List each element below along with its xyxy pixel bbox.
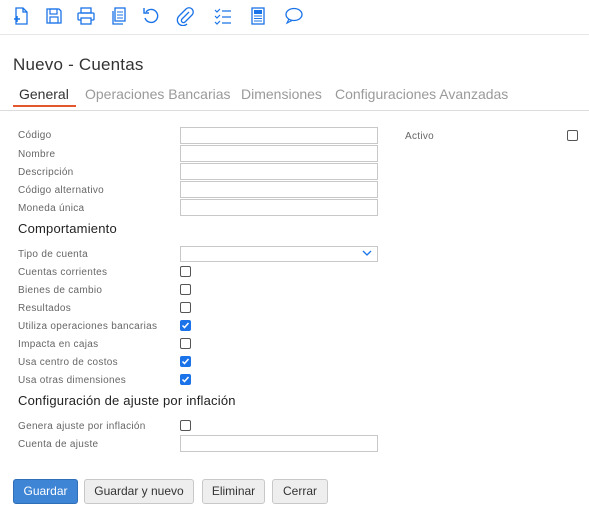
bienes-de-cambio-checkbox[interactable] bbox=[180, 284, 191, 295]
tab-bar: General Operaciones Bancarias Dimensione… bbox=[0, 84, 589, 111]
utiliza-operaciones-bancarias-checkbox[interactable] bbox=[180, 320, 191, 331]
toolbar bbox=[0, 0, 589, 35]
guardar-button[interactable]: Guardar bbox=[13, 479, 78, 504]
tab-dimensiones[interactable]: Dimensiones bbox=[241, 86, 322, 102]
descripcion-field[interactable] bbox=[180, 163, 378, 180]
resultados-checkbox[interactable] bbox=[180, 302, 191, 313]
tipo-cuenta-select[interactable] bbox=[180, 246, 378, 262]
nombre-label: Nombre bbox=[18, 149, 56, 160]
attach-icon[interactable] bbox=[175, 6, 195, 26]
copy-icon[interactable] bbox=[109, 6, 129, 26]
resultados-label: Resultados bbox=[18, 303, 72, 314]
comportamiento-heading: Comportamiento bbox=[18, 221, 117, 236]
new-document-icon[interactable] bbox=[11, 6, 31, 26]
tab-configuraciones-avanzadas[interactable]: Configuraciones Avanzadas bbox=[335, 86, 508, 102]
page-title: Nuevo - Cuentas bbox=[13, 55, 144, 74]
tipo-cuenta-label: Tipo de cuenta bbox=[18, 249, 88, 260]
checkmark-icon bbox=[181, 358, 190, 365]
chevron-down-icon bbox=[362, 250, 372, 256]
checkmark-icon bbox=[181, 376, 190, 383]
report-icon[interactable] bbox=[248, 6, 268, 26]
guardar-y-nuevo-button[interactable]: Guardar y nuevo bbox=[84, 479, 194, 504]
cuenta-ajuste-label: Cuenta de ajuste bbox=[18, 439, 99, 450]
checkmark-icon bbox=[181, 322, 190, 329]
activo-label: Activo bbox=[405, 131, 435, 142]
codigo-alternativo-field[interactable] bbox=[180, 181, 378, 198]
usa-centro-de-costos-checkbox[interactable] bbox=[180, 356, 191, 367]
tab-operaciones-bancarias[interactable]: Operaciones Bancarias bbox=[85, 86, 231, 102]
genera-ajuste-checkbox[interactable] bbox=[180, 420, 191, 431]
descripcion-label: Descripción bbox=[18, 167, 74, 178]
usa-otras-dimensiones-label: Usa otras dimensiones bbox=[18, 375, 127, 386]
usa-centro-de-costos-label: Usa centro de costos bbox=[18, 357, 118, 368]
checklist-icon[interactable] bbox=[213, 6, 233, 26]
active-tab-indicator bbox=[13, 105, 76, 107]
cuenta-ajuste-field[interactable] bbox=[180, 435, 378, 452]
cerrar-button[interactable]: Cerrar bbox=[272, 479, 328, 504]
impacta-en-cajas-checkbox[interactable] bbox=[180, 338, 191, 349]
moneda-unica-field[interactable] bbox=[180, 199, 378, 216]
cuentas-corrientes-checkbox[interactable] bbox=[180, 266, 191, 277]
undo-icon[interactable] bbox=[141, 6, 161, 26]
codigo-label: Código bbox=[18, 130, 52, 141]
comment-icon[interactable] bbox=[284, 6, 304, 26]
activo-checkbox[interactable] bbox=[567, 130, 578, 141]
usa-otras-dimensiones-checkbox[interactable] bbox=[180, 374, 191, 385]
bienes-de-cambio-label: Bienes de cambio bbox=[18, 285, 103, 296]
nombre-field[interactable] bbox=[180, 145, 378, 162]
cuentas-corrientes-label: Cuentas corrientes bbox=[18, 267, 108, 278]
ajuste-inflacion-heading: Configuración de ajuste por inflación bbox=[18, 393, 236, 408]
print-icon[interactable] bbox=[76, 6, 96, 26]
genera-ajuste-label: Genera ajuste por inflación bbox=[18, 421, 146, 432]
tab-general[interactable]: General bbox=[19, 86, 69, 102]
utiliza-operaciones-bancarias-label: Utiliza operaciones bancarias bbox=[18, 321, 158, 332]
codigo-field[interactable] bbox=[180, 127, 378, 144]
save-icon[interactable] bbox=[44, 6, 64, 26]
impacta-en-cajas-label: Impacta en cajas bbox=[18, 339, 99, 350]
codigo-alternativo-label: Código alternativo bbox=[18, 185, 105, 196]
eliminar-button[interactable]: Eliminar bbox=[202, 479, 265, 504]
moneda-unica-label: Moneda única bbox=[18, 203, 85, 214]
